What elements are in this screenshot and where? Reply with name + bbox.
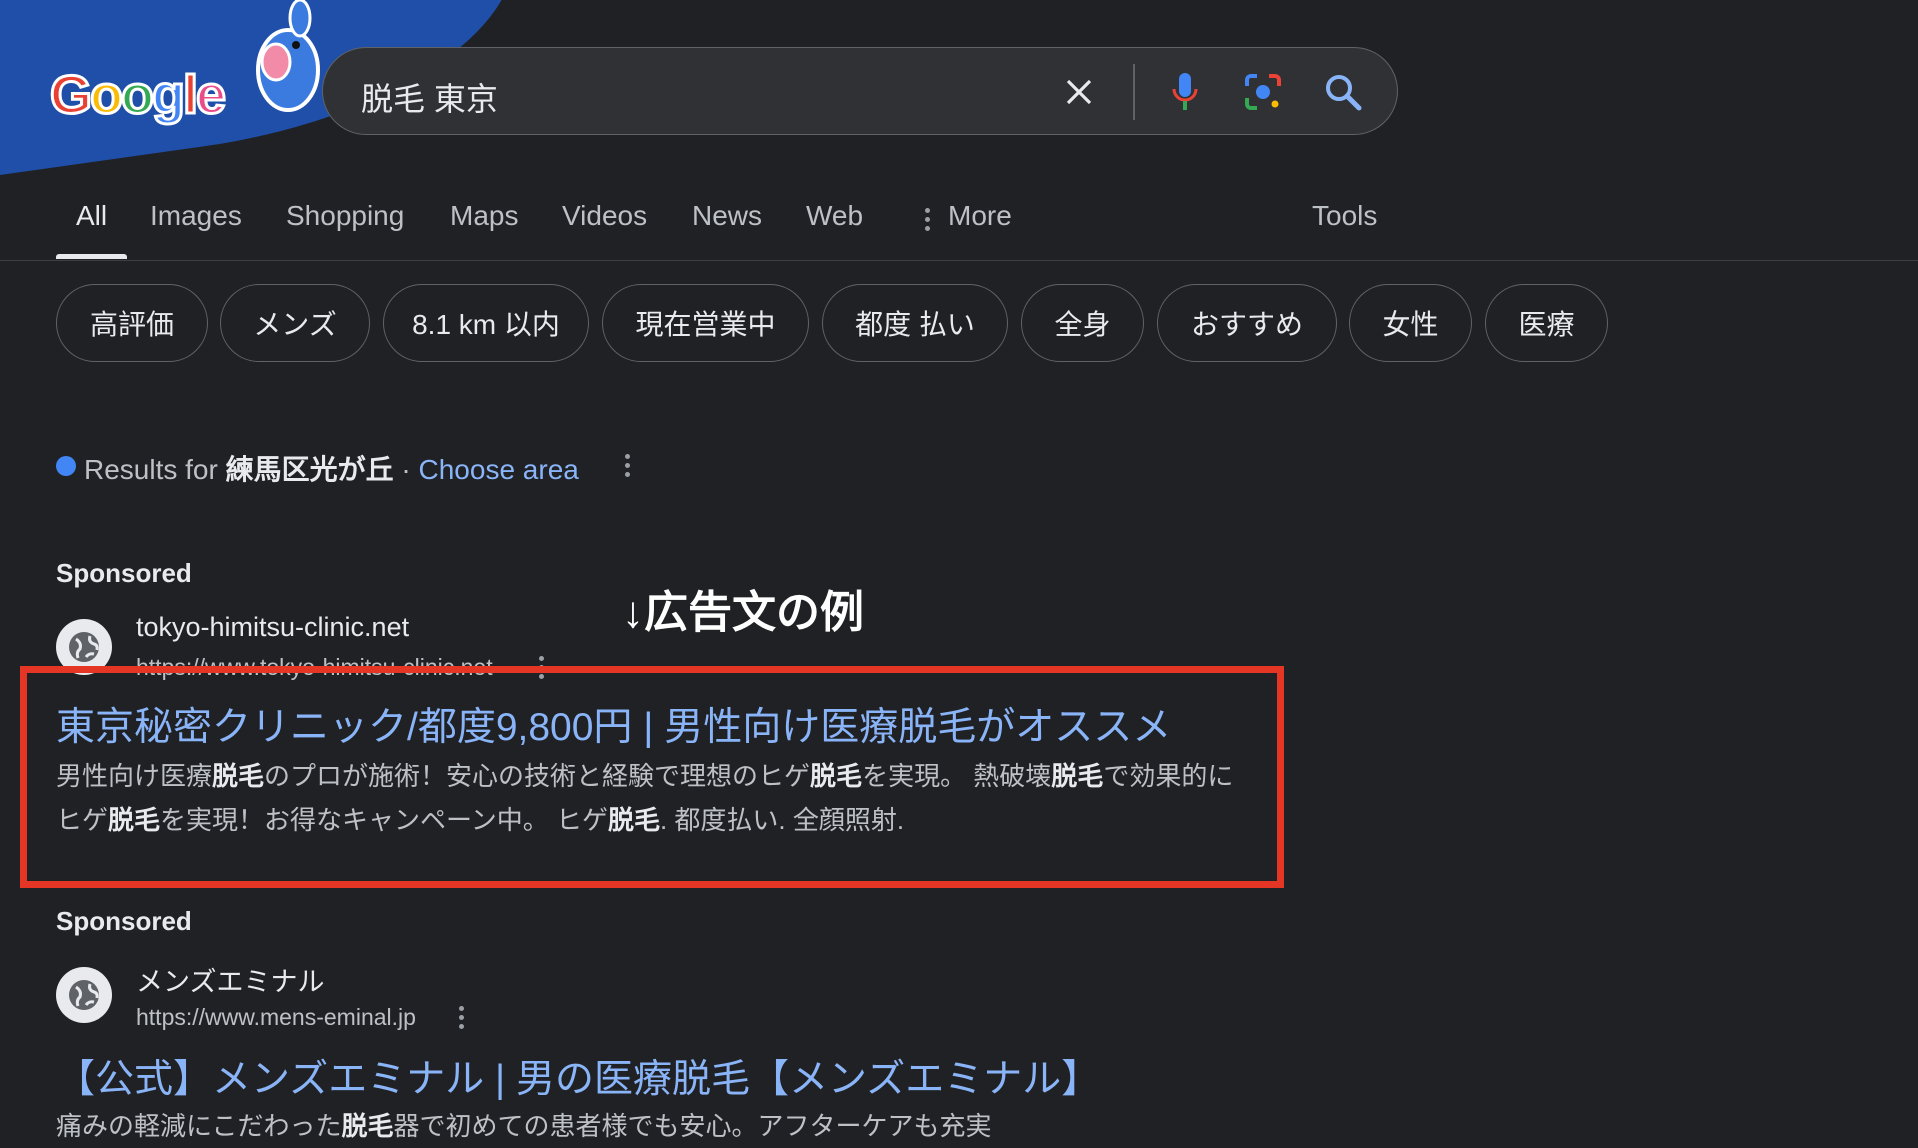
tools-button[interactable]: Tools — [1312, 200, 1377, 232]
chip-mens[interactable]: メンズ — [220, 284, 370, 362]
globe-icon — [56, 967, 112, 1023]
sponsored-label: Sponsored — [56, 906, 192, 936]
google-doodle-logo[interactable]: Google — [48, 64, 227, 127]
tab-maps[interactable]: Maps — [450, 200, 518, 232]
chip-open-now[interactable]: 現在営業中 — [602, 284, 809, 362]
chip-medical[interactable]: 医療 — [1485, 284, 1608, 362]
tab-news[interactable]: News — [692, 200, 762, 232]
chip-full-body[interactable]: 全身 — [1021, 284, 1144, 362]
sponsored-label: Sponsored — [56, 558, 192, 588]
tab-all[interactable]: All — [76, 200, 107, 232]
tabs-divider — [0, 260, 1918, 261]
more-vert-icon[interactable] — [922, 208, 932, 231]
location-name: 練馬区光が丘 — [225, 454, 394, 485]
annotation-highlight-box — [20, 666, 1284, 888]
chip-recommended[interactable]: おすすめ — [1157, 284, 1337, 362]
lens-icon[interactable] — [1239, 68, 1287, 116]
highlighted-keyword: 脱毛 — [341, 1111, 394, 1141]
ad-title-link[interactable]: 【公式】メンズエミナル | 男の医療脱毛【メンズエミナル】 — [56, 1048, 1100, 1104]
results-location: Results for 練馬区光が丘 · Choose area — [84, 454, 579, 485]
annotation-label: ↓広告文の例 — [622, 588, 864, 637]
doodle-mascot-icon — [256, 0, 320, 112]
clear-icon[interactable] — [1055, 68, 1103, 116]
tab-web[interactable]: Web — [806, 200, 863, 232]
location-options-icon[interactable] — [622, 454, 632, 477]
search-box[interactable]: 脱毛 東京 — [322, 47, 1398, 135]
tab-videos[interactable]: Videos — [562, 200, 647, 232]
ad-description: 痛みの軽減にこだわった脱毛器で初めての患者様でも安心。アフターケアも充実 — [56, 1111, 992, 1141]
chip-pay-per-visit[interactable]: 都度 払い — [822, 284, 1008, 362]
ad-options-icon[interactable] — [456, 1006, 466, 1029]
active-tab-indicator — [56, 254, 127, 259]
choose-area-link[interactable]: Choose area — [419, 454, 579, 485]
chip-women[interactable]: 女性 — [1349, 284, 1472, 362]
tab-shopping[interactable]: Shopping — [286, 200, 404, 232]
chip-distance[interactable]: 8.1 km 以内 — [383, 284, 589, 362]
mic-icon[interactable] — [1161, 68, 1209, 116]
chip-high-rating[interactable]: 高評価 — [56, 284, 208, 362]
tab-images[interactable]: Images — [150, 200, 242, 232]
ad-site-name[interactable]: メンズエミナル — [136, 960, 324, 999]
tab-more[interactable]: More — [948, 200, 1012, 232]
location-dot-icon — [56, 456, 76, 476]
search-divider — [1133, 64, 1135, 120]
search-icon[interactable] — [1319, 68, 1367, 116]
ad-site-url[interactable]: https://www.mens-eminal.jp — [136, 1004, 416, 1031]
ad-site-name[interactable]: tokyo-himitsu-clinic.net — [136, 612, 409, 643]
search-input[interactable]: 脱毛 東京 — [361, 74, 498, 120]
